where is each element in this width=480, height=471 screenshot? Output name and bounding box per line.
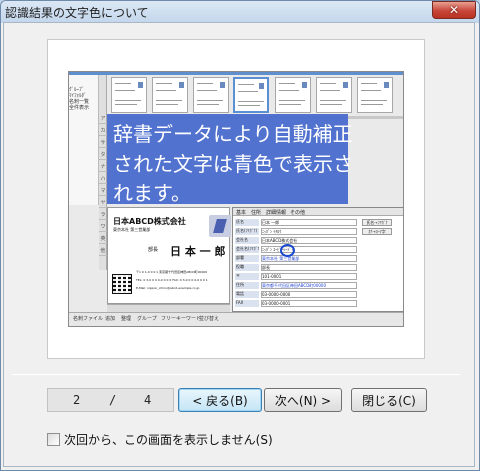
dont-show-option[interactable]: 次回から、この画面を表示しません(S) xyxy=(47,431,273,447)
field-label: 氏名 xyxy=(235,219,259,226)
form-row: 氏名 日本 一郎 氏名→ﾌﾘｶﾞﾅ xyxy=(235,219,403,226)
card-department: 東京本社 第三営業部 xyxy=(113,227,151,232)
window-title: 認識結果の文字色について xyxy=(5,6,149,20)
index-tab: ハ xyxy=(99,176,107,184)
form-row: 住所 東京都千代田区神田ABCD町00000 xyxy=(235,282,403,289)
index-toolbar: ア カ サ タ ナ ハ マ ヤ ラ ワ 英 他 xyxy=(99,75,107,270)
field-value: 101-0001 xyxy=(261,273,357,280)
page-separator: / xyxy=(109,393,117,407)
business-card-image: 日本ABCD株式会社 東京本社 第三営業部 部長 日 本 一 郎 〒1 0 1-… xyxy=(107,207,231,304)
page-indicator: 2 / 4 xyxy=(47,388,174,412)
field-label: 部署 xyxy=(235,255,259,262)
overlay-line: れます。 xyxy=(113,181,191,205)
field-value: 03-0000-0001 xyxy=(261,300,357,307)
form-tab: 基本 xyxy=(236,210,247,216)
index-tab: カ xyxy=(99,128,107,136)
card-thumbnail xyxy=(111,77,147,113)
tree-item: 全件表示 xyxy=(69,105,90,111)
form-tab: 住所 xyxy=(251,210,262,216)
form-tab: 詳細情報 xyxy=(266,210,287,216)
form-row: FAX 03-0000-0001 xyxy=(235,300,403,307)
card-title: 部長 xyxy=(148,247,159,253)
index-tab: マ xyxy=(99,188,107,196)
app-status-bar: 名刺ファイル 追加 整理 グループ フリーキーワード 並び替え xyxy=(69,312,403,326)
company-logo xyxy=(209,215,231,237)
close-icon: ✕ xyxy=(448,3,460,17)
field-label: 住所 xyxy=(235,282,259,289)
form-row: 会社名 日本ABCD株式会社 xyxy=(235,237,403,244)
status-item: 名刺ファイル xyxy=(73,316,104,322)
card-name: 日 本 一 郎 xyxy=(170,245,226,258)
convert-button: 氏名→ﾌﾘｶﾞﾅ xyxy=(362,219,392,226)
field-value: ﾆｯﾎﾟﾝ ｲﾁﾛｳ xyxy=(261,228,357,235)
next-button[interactable]: 次へ(N) > xyxy=(264,388,342,412)
back-button[interactable]: < 戻る(B) xyxy=(178,388,262,412)
form-row: 会社名(ﾌﾘｶﾞﾅ) ﾆｯﾎﾟﾝ ｴｰﾋﾞｰｼｰﾃﾞｨｰ xyxy=(235,246,403,253)
field-label: 〒 xyxy=(235,273,259,280)
close-window-button[interactable]: ✕ xyxy=(432,1,476,19)
dont-show-label[interactable]: 次回から、この画面を表示しません(S) xyxy=(64,431,273,448)
card-thumbnail-selected xyxy=(233,77,269,113)
field-value: ﾆｯﾎﾟﾝ ｴｰﾋﾞｰｼｰﾃﾞｨｰ xyxy=(261,246,357,253)
index-tab: ナ xyxy=(99,164,107,172)
card-thumbnail xyxy=(152,77,188,113)
folder-tree: ｸﾞﾙｰﾌﾟ ﾏｲﾌｫﾙﾀﾞ 名刺一覧 全件表示 xyxy=(69,75,99,205)
qr-code xyxy=(112,274,132,294)
status-item: グループ xyxy=(137,316,157,322)
overlay-line: された文字は青色で表示さ xyxy=(113,152,353,176)
field-value: 日本ABCD株式会社 xyxy=(261,237,357,244)
page-total: 4 xyxy=(144,393,152,407)
dont-show-checkbox[interactable] xyxy=(47,432,60,446)
divider xyxy=(12,374,460,375)
card-thumbnail xyxy=(357,77,393,113)
form-row: 氏名(ﾌﾘｶﾞﾅ) ﾆｯﾎﾟﾝ ｲﾁﾛｳ ｶﾅ→ﾛｰﾏ字 xyxy=(235,228,403,235)
field-value: 日本 一郎 xyxy=(261,219,357,226)
field-value: 部長 xyxy=(261,264,357,271)
form-row: 電話 03-0000-0000 xyxy=(235,291,403,298)
field-label: FAX xyxy=(235,300,259,307)
card-address: 〒1 0 1-0 0 0 1 東京都千代田区神田ABCD町00000 xyxy=(136,270,208,274)
index-tab: ヤ xyxy=(99,200,107,208)
field-label: 会社名 xyxy=(235,237,259,244)
card-toolbar xyxy=(107,304,230,312)
status-item: 並び替え xyxy=(199,316,220,322)
field-label: 会社名(ﾌﾘｶﾞﾅ) xyxy=(235,246,259,253)
card-thumbnail xyxy=(275,77,311,113)
page-current: 2 xyxy=(73,393,81,407)
field-label: 電話 xyxy=(235,291,259,298)
explanation-overlay: 辞書データにより自動補正 された文字は青色で表示さ れます。 xyxy=(107,114,353,205)
title-bar[interactable]: 認識結果の文字色について ✕ xyxy=(1,1,479,23)
status-item: 整理 xyxy=(121,316,132,322)
index-tab: 他 xyxy=(99,248,107,256)
field-label: 氏名(ﾌﾘｶﾞﾅ) xyxy=(235,228,259,235)
card-thumbnail xyxy=(316,77,352,113)
form-row: 役職 部長 xyxy=(235,264,403,271)
field-value-corrected: 東京本社 第三営業部 xyxy=(261,255,357,262)
form-tabs: 基本 住所 詳細情報 その他 xyxy=(233,208,403,216)
index-tab: ワ xyxy=(99,224,107,232)
index-tab: ア xyxy=(99,116,107,124)
index-tab: 英 xyxy=(99,236,107,244)
status-item: 追加 xyxy=(105,316,116,322)
app-header xyxy=(69,72,403,75)
form-tab: その他 xyxy=(290,210,306,216)
field-label: 役職 xyxy=(235,264,259,271)
form-row: 〒 101-0001 xyxy=(235,273,403,280)
form-row: 部署 東京本社 第三営業部 xyxy=(235,255,403,262)
index-tab: タ xyxy=(99,152,107,160)
card-company: 日本ABCD株式会社 xyxy=(113,217,186,226)
index-tab: サ xyxy=(99,140,107,148)
overlay-line: 辞書データにより自動補正 xyxy=(113,122,353,146)
card-email: E-Mail: nippon_ichiro@abcd-example.co.jp xyxy=(136,286,200,290)
close-button[interactable]: 閉じる(C) xyxy=(351,388,427,412)
card-phone: TEL: 0 3-0 0 0 0-0 0 0 0 FAX: 0 3-0 0 0 … xyxy=(136,278,208,282)
card-data-form: 基本 住所 詳細情報 その他 氏名 日本 一郎 氏名→ﾌﾘｶﾞﾅ 氏名(ﾌﾘｶﾞﾅ)… xyxy=(232,207,403,312)
index-tab: ラ xyxy=(99,212,107,220)
card-thumbnail xyxy=(193,77,229,113)
convert-button: ｶﾅ→ﾛｰﾏ字 xyxy=(362,228,392,235)
field-value: 03-0000-0000 xyxy=(261,291,357,298)
field-value-corrected: 東京都千代田区神田ABCD町00000 xyxy=(261,282,357,289)
highlight-circle xyxy=(280,244,295,257)
status-item: フリーキーワード xyxy=(161,316,202,322)
